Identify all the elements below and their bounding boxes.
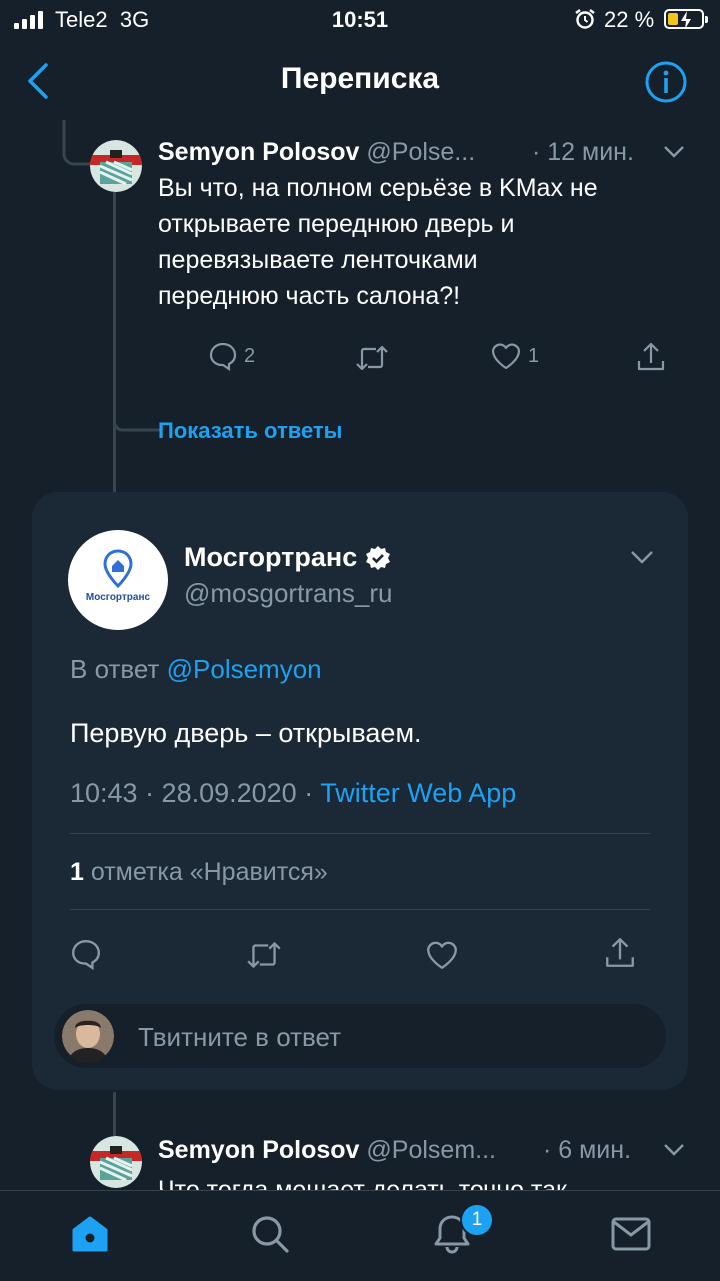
divider — [70, 833, 650, 834]
user-avatar[interactable] — [62, 1010, 114, 1062]
tab-bar — [0, 1190, 720, 1281]
reply-action[interactable]: 2 — [208, 341, 255, 371]
author-handle: @Polsem... — [366, 1136, 496, 1164]
home-icon[interactable] — [70, 1215, 110, 1253]
author-handle: @Polse... — [366, 138, 476, 166]
reply-icon — [209, 342, 237, 371]
author-name[interactable]: Semyon Polosov — [158, 1136, 359, 1164]
author-line: Мосгортранс — [184, 542, 391, 573]
divider — [70, 909, 650, 910]
tweet-prev-header: Semyon Polosov @Polse... — [158, 138, 475, 167]
avatar[interactable] — [90, 140, 142, 192]
tweet-text: Первую дверь – открываем. — [70, 718, 422, 748]
tweet-text-line: открываете переднюю дверь и — [158, 210, 515, 238]
avatar[interactable] — [90, 1136, 142, 1188]
avatar-logo-text: Мосгортранс — [85, 592, 151, 603]
tweet-time: · 6 мин. — [543, 1136, 632, 1164]
likes-count: 1 — [70, 858, 84, 886]
chevron-down-icon[interactable] — [663, 145, 685, 159]
likes-summary[interactable]: 1 отметка «Нравится» — [70, 858, 328, 887]
battery-icon — [664, 9, 708, 29]
notifications-badge: 1 — [460, 1203, 494, 1237]
reply-input-placeholder[interactable]: Твитните в ответ — [138, 1022, 341, 1053]
search-icon[interactable] — [250, 1214, 290, 1254]
reply-icon[interactable] — [70, 938, 102, 970]
location-pin-icon — [103, 549, 133, 589]
tweet-text-line: переднюю часть салона?! — [158, 282, 461, 310]
reply-to-prefix: В ответ — [70, 654, 160, 684]
reply-composer[interactable]: Твитните в ответ — [54, 1004, 666, 1068]
author-handle: @mosgortrans_ru — [184, 578, 393, 608]
thread-connector-replies — [113, 410, 161, 432]
likes-label: отметка «Нравится» — [90, 858, 328, 886]
like-action[interactable]: 1 — [490, 341, 539, 371]
like-count: 1 — [528, 344, 540, 367]
author-name[interactable]: Semyon Polosov — [158, 138, 359, 166]
alarm-icon — [575, 9, 595, 29]
mail-icon[interactable] — [611, 1217, 651, 1251]
tweet-timestamp: 10:43 · 28.09.2020 · — [70, 778, 314, 808]
status-bar: Tele2 3G 10:51 22 % — [0, 0, 720, 40]
tweet-time: · 12 мин. — [532, 138, 634, 166]
share-icon[interactable] — [636, 341, 666, 373]
reply-count: 2 — [244, 344, 256, 367]
page-title: Переписка — [280, 62, 440, 95]
chevron-down-icon[interactable] — [663, 1143, 685, 1157]
focused-tweet-card: Мосгортранс Мосгортранс @mosgortrans_ru … — [32, 492, 688, 1090]
show-replies-link[interactable]: Показать ответы — [158, 418, 342, 444]
timestamp-line: 10:43 · 28.09.2020 · Twitter Web App — [70, 778, 516, 809]
retweet-icon[interactable] — [354, 343, 390, 373]
heart-icon — [491, 343, 521, 370]
tweet-next[interactable]: Semyon Polosov @Polsem... · 6 мин. Что т… — [0, 1128, 720, 1190]
battery-percent: 22 % — [604, 7, 655, 32]
tweet-text-line: Вы что, на полном серьёзе в KMax не — [158, 174, 598, 202]
reply-to-line: В ответ @Polsemyon — [70, 654, 322, 685]
author-name[interactable]: Мосгортранс — [184, 542, 357, 573]
verified-badge-icon — [366, 545, 391, 570]
tweet-text-line: перевязываете ленточками — [158, 246, 478, 274]
tweet-source[interactable]: Twitter Web App — [320, 778, 516, 808]
heart-icon[interactable] — [425, 939, 459, 971]
share-icon[interactable] — [604, 936, 636, 970]
tweet-text: Что тогда мешает делать точно так — [158, 1176, 567, 1190]
tweet-text: Вы что, на полном серьёзе в KMax не откр… — [158, 170, 698, 314]
avatar[interactable]: Мосгортранс — [68, 530, 168, 630]
chevron-down-icon[interactable] — [630, 550, 654, 566]
retweet-icon[interactable] — [245, 939, 283, 971]
info-icon[interactable] — [644, 60, 688, 104]
reply-to-handle[interactable]: @Polsemyon — [167, 654, 322, 684]
tweet-next-header: Semyon Polosov @Polsem... — [158, 1136, 496, 1165]
